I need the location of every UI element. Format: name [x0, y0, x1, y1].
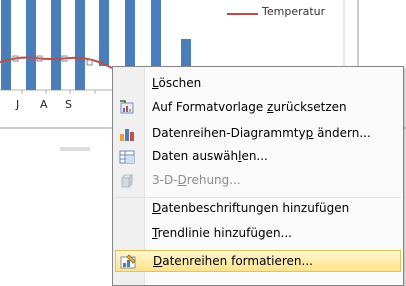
menu-item-select-data[interactable]: Daten auswählen...: [115, 146, 401, 168]
menu-item-add-trendline[interactable]: Trendlinie hinzufügen...: [115, 223, 401, 245]
bar[interactable]: [1, 0, 11, 90]
menu-item-label: Datenreihen formatieren...: [153, 254, 313, 268]
menu-item-label: 3-D-Drehung...: [152, 173, 241, 187]
menu-item-label: Auf Formatvorlage zurücksetzen: [152, 100, 347, 114]
chart-type-icon: [120, 129, 134, 141]
menu-item-label: Datenreihen-Diagrammtyp ändern...: [152, 126, 371, 140]
select-data-icon: [119, 150, 135, 164]
bar[interactable]: [99, 0, 109, 66]
menu-item-label: Löschen: [152, 76, 202, 90]
legend-label: Temperatur: [262, 5, 326, 18]
bar[interactable]: [181, 39, 191, 66]
x-tick-label: A: [40, 98, 48, 111]
menu-item-format-data-series[interactable]: Datenreihen formatieren...: [115, 250, 401, 272]
menu-item-label: Datenbeschriftungen hinzufügen: [152, 201, 350, 215]
x-tick-label: S: [65, 98, 72, 111]
menu-item-delete[interactable]: Löschen: [115, 73, 401, 95]
3d-rotation-icon: [120, 173, 134, 189]
bar[interactable]: [151, 0, 161, 66]
context-menu: Löschen Auf Formatvorlage zurücksetzen D…: [112, 66, 404, 286]
reset-style-icon: [120, 100, 134, 114]
bar[interactable]: [26, 0, 36, 90]
bar[interactable]: [75, 0, 85, 90]
menu-item-3d-rotation: 3-D-Drehung...: [115, 170, 401, 192]
menu-item-label: Trendlinie hinzufügen...: [152, 226, 292, 240]
bar[interactable]: [51, 0, 61, 90]
menu-item-reset-style[interactable]: Auf Formatvorlage zurücksetzen: [115, 97, 401, 119]
menu-item-change-chart-type[interactable]: Datenreihen-Diagrammtyp ändern...: [115, 123, 401, 145]
x-tick-label: J: [16, 98, 20, 111]
menu-item-label: Daten auswählen...: [152, 149, 268, 163]
resize-handle[interactable]: [60, 147, 90, 151]
menu-item-add-data-labels[interactable]: Datenbeschriftungen hinzufügen: [115, 197, 401, 220]
format-series-icon: [120, 254, 136, 269]
bar[interactable]: [125, 0, 135, 66]
